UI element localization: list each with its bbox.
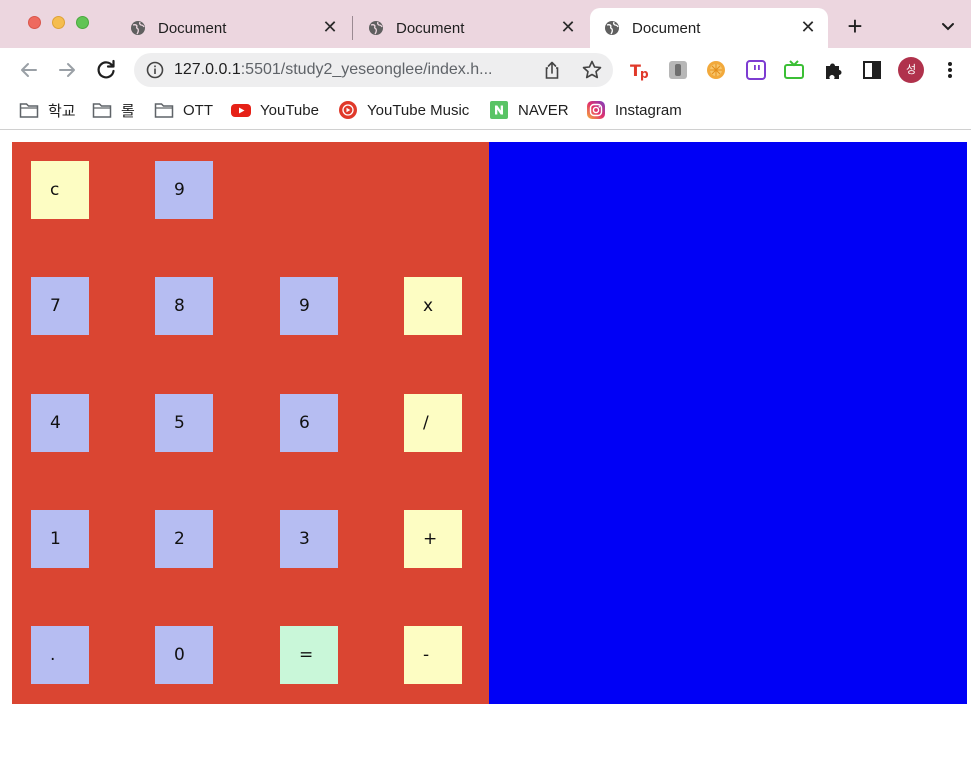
key-clear[interactable]: c [31, 161, 89, 219]
tab-document-2[interactable]: Document ✕ [354, 8, 588, 48]
key-9-top[interactable]: 9 [155, 161, 213, 219]
close-tab-icon[interactable]: ✕ [320, 17, 340, 37]
extensions-puzzle-icon[interactable] [822, 59, 844, 81]
side-panel-icon[interactable] [861, 59, 883, 81]
bookmark-youtube-music[interactable]: YouTube Music [338, 100, 469, 120]
folder-icon [154, 103, 174, 118]
key-multiply[interactable]: x [404, 277, 462, 335]
share-icon[interactable] [542, 60, 562, 80]
key-2[interactable]: 2 [155, 510, 213, 568]
globe-icon [131, 21, 145, 35]
bookmark-naver[interactable]: NAVER [489, 100, 569, 120]
key-4[interactable]: 4 [31, 394, 89, 452]
bookmark-label: YouTube [260, 101, 319, 119]
calculator-keypad: c 9 7 8 9 x 4 5 6 / 1 2 3 + . 0 = - [12, 142, 489, 704]
bookmark-folder-school[interactable]: 학교 [19, 100, 76, 120]
bookmark-label: 롤 [121, 102, 135, 120]
url-path: :5501/study2_yeseonglee/index.h... [240, 61, 493, 78]
globe-icon [605, 21, 619, 35]
browser-toolbar: 127.0.0.1:5501/study2_yeseonglee/index.h… [0, 48, 971, 92]
youtube-icon [231, 104, 251, 117]
chevron-down-icon[interactable] [940, 18, 956, 34]
key-divide[interactable]: / [404, 394, 462, 452]
url-text[interactable]: 127.0.0.1:5501/study2_yeseonglee/index.h… [174, 61, 492, 79]
info-icon[interactable] [146, 61, 164, 79]
instagram-icon [587, 101, 605, 119]
key-6[interactable]: 6 [280, 394, 338, 452]
bookmark-label: NAVER [518, 101, 569, 119]
tab-separator [352, 16, 353, 40]
youtube-music-icon [339, 101, 357, 119]
bookmark-star-icon[interactable] [581, 59, 603, 81]
key-0[interactable]: 0 [155, 626, 213, 684]
bookmarks-bar: 학교 롤 OTT YouTube YouTube Music NAVER Ins… [0, 92, 971, 130]
key-9[interactable]: 9 [280, 277, 338, 335]
bookmark-folder-lol[interactable]: 롤 [92, 100, 135, 120]
tab-strip: Document ✕ Document ✕ Document ✕ + [0, 0, 971, 48]
more-menu-icon[interactable] [940, 60, 960, 80]
key-3[interactable]: 3 [280, 510, 338, 568]
tab-title: Document [158, 19, 227, 37]
bookmark-label: 학교 [48, 102, 76, 120]
tab-document-1[interactable]: Document ✕ [116, 8, 350, 48]
key-7[interactable]: 7 [31, 277, 89, 335]
close-tab-icon[interactable]: ✕ [798, 17, 818, 37]
tab-title: Document [632, 19, 701, 37]
forward-arrow-icon[interactable] [55, 58, 79, 82]
bookmark-label: Instagram [615, 101, 682, 119]
reload-icon[interactable] [94, 58, 118, 82]
svg-text:p: p [640, 67, 649, 81]
close-window-button[interactable] [28, 16, 41, 29]
orange-extension-icon[interactable] [705, 59, 727, 81]
globe-icon [369, 21, 383, 35]
minimize-window-button[interactable] [52, 16, 65, 29]
back-arrow-icon[interactable] [17, 58, 41, 82]
twitch-extension-icon[interactable] [745, 59, 767, 81]
folder-icon [92, 103, 112, 118]
zoom-window-button[interactable] [76, 16, 89, 29]
key-8[interactable]: 8 [155, 277, 213, 335]
address-bar[interactable]: 127.0.0.1:5501/study2_yeseonglee/index.h… [134, 53, 613, 87]
key-5[interactable]: 5 [155, 394, 213, 452]
key-plus[interactable]: + [404, 510, 462, 568]
key-decimal[interactable]: . [31, 626, 89, 684]
bookmark-folder-ott[interactable]: OTT [154, 100, 213, 120]
key-1[interactable]: 1 [31, 510, 89, 568]
bookmark-youtube[interactable]: YouTube [231, 100, 319, 120]
bookmark-label: OTT [183, 101, 213, 119]
naver-icon [490, 101, 508, 119]
new-tab-button[interactable]: + [843, 13, 867, 39]
bookmark-instagram[interactable]: Instagram [586, 100, 682, 120]
screen-extension-icon[interactable] [667, 59, 689, 81]
tp-extension-icon[interactable]: T p [629, 59, 651, 81]
folder-icon [19, 103, 39, 118]
page-content: c 9 7 8 9 x 4 5 6 / 1 2 3 + . 0 = - [0, 131, 971, 776]
tab-title: Document [396, 19, 465, 37]
profile-avatar[interactable]: 성 [898, 57, 924, 83]
tv-extension-icon[interactable] [783, 59, 805, 81]
bookmark-label: YouTube Music [367, 101, 470, 119]
url-host: 127.0.0.1 [174, 61, 241, 78]
key-minus[interactable]: - [404, 626, 462, 684]
calculator-display [489, 142, 967, 704]
tab-document-active[interactable]: Document ✕ [590, 8, 828, 48]
close-tab-icon[interactable]: ✕ [558, 17, 578, 37]
key-equals[interactable]: = [280, 626, 338, 684]
